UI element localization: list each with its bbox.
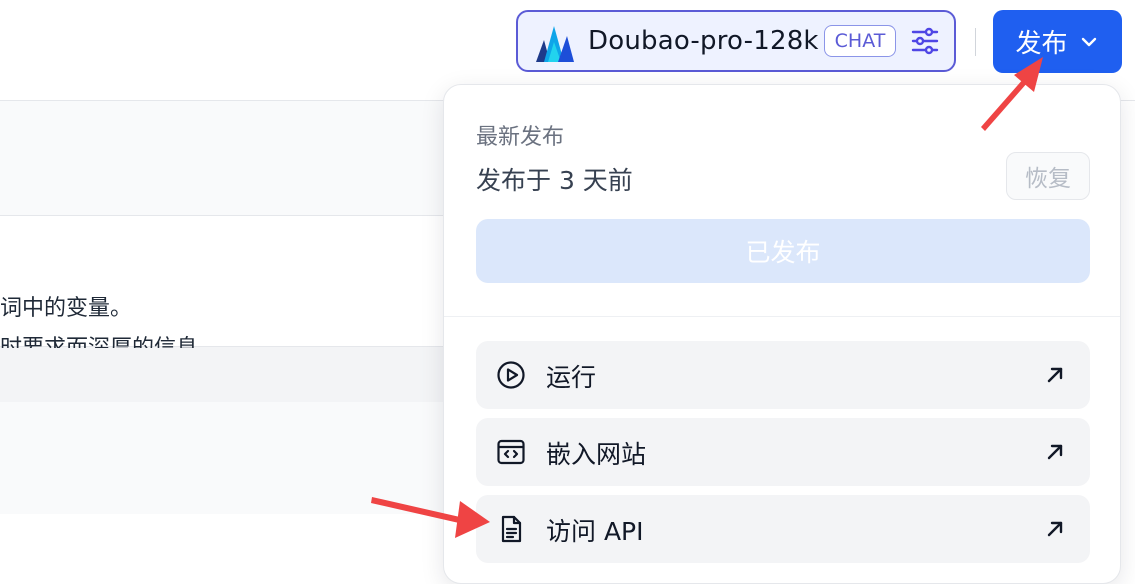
arrow-up-right-icon — [1047, 521, 1063, 537]
model-selector[interactable]: Doubao-pro-128k CHAT — [516, 10, 956, 72]
action-embed-website[interactable]: 嵌入网站 — [476, 418, 1090, 486]
prompt-panel — [0, 216, 450, 346]
doubao-logo-icon — [536, 26, 574, 62]
page-section-header — [0, 101, 450, 216]
model-type-badge: CHAT — [824, 25, 896, 57]
arrow-up-right-icon — [1047, 367, 1063, 383]
published-status-button[interactable]: 已发布 — [476, 219, 1090, 283]
embed-code-icon — [497, 439, 525, 465]
page-section-divider — [0, 346, 450, 404]
latest-publish-label: 最新发布 — [476, 125, 565, 150]
restore-button[interactable]: 恢复 — [1006, 152, 1090, 200]
toolbar-divider — [975, 28, 976, 56]
action-run[interactable]: 运行 — [476, 341, 1090, 409]
document-icon — [501, 515, 522, 543]
action-run-label: 运行 — [546, 363, 597, 392]
page-section-footer — [0, 402, 450, 514]
sliders-icon[interactable] — [910, 26, 940, 56]
arrow-up-right-icon — [1047, 444, 1063, 460]
prompt-text-line-2: 时要求而深厚的信息。 — [0, 330, 220, 348]
publish-button[interactable]: 发布 — [993, 10, 1122, 73]
model-name: Doubao-pro-128k — [588, 26, 819, 56]
chevron-down-icon — [1081, 37, 1096, 46]
prompt-text-line-1: 词中的变量。 — [0, 296, 133, 321]
publish-button-label: 发布 — [1015, 29, 1068, 59]
play-circle-icon — [497, 361, 525, 389]
published-time: 发布于 3 天前 — [476, 166, 633, 195]
dropdown-divider — [444, 316, 1120, 317]
action-api-label: 访问 API — [546, 517, 644, 546]
publish-dropdown: 最新发布 发布于 3 天前 恢复 已发布 运行 嵌入网站 访问 API — [443, 84, 1121, 584]
action-embed-label: 嵌入网站 — [546, 440, 647, 469]
action-access-api[interactable]: 访问 API — [476, 495, 1090, 563]
